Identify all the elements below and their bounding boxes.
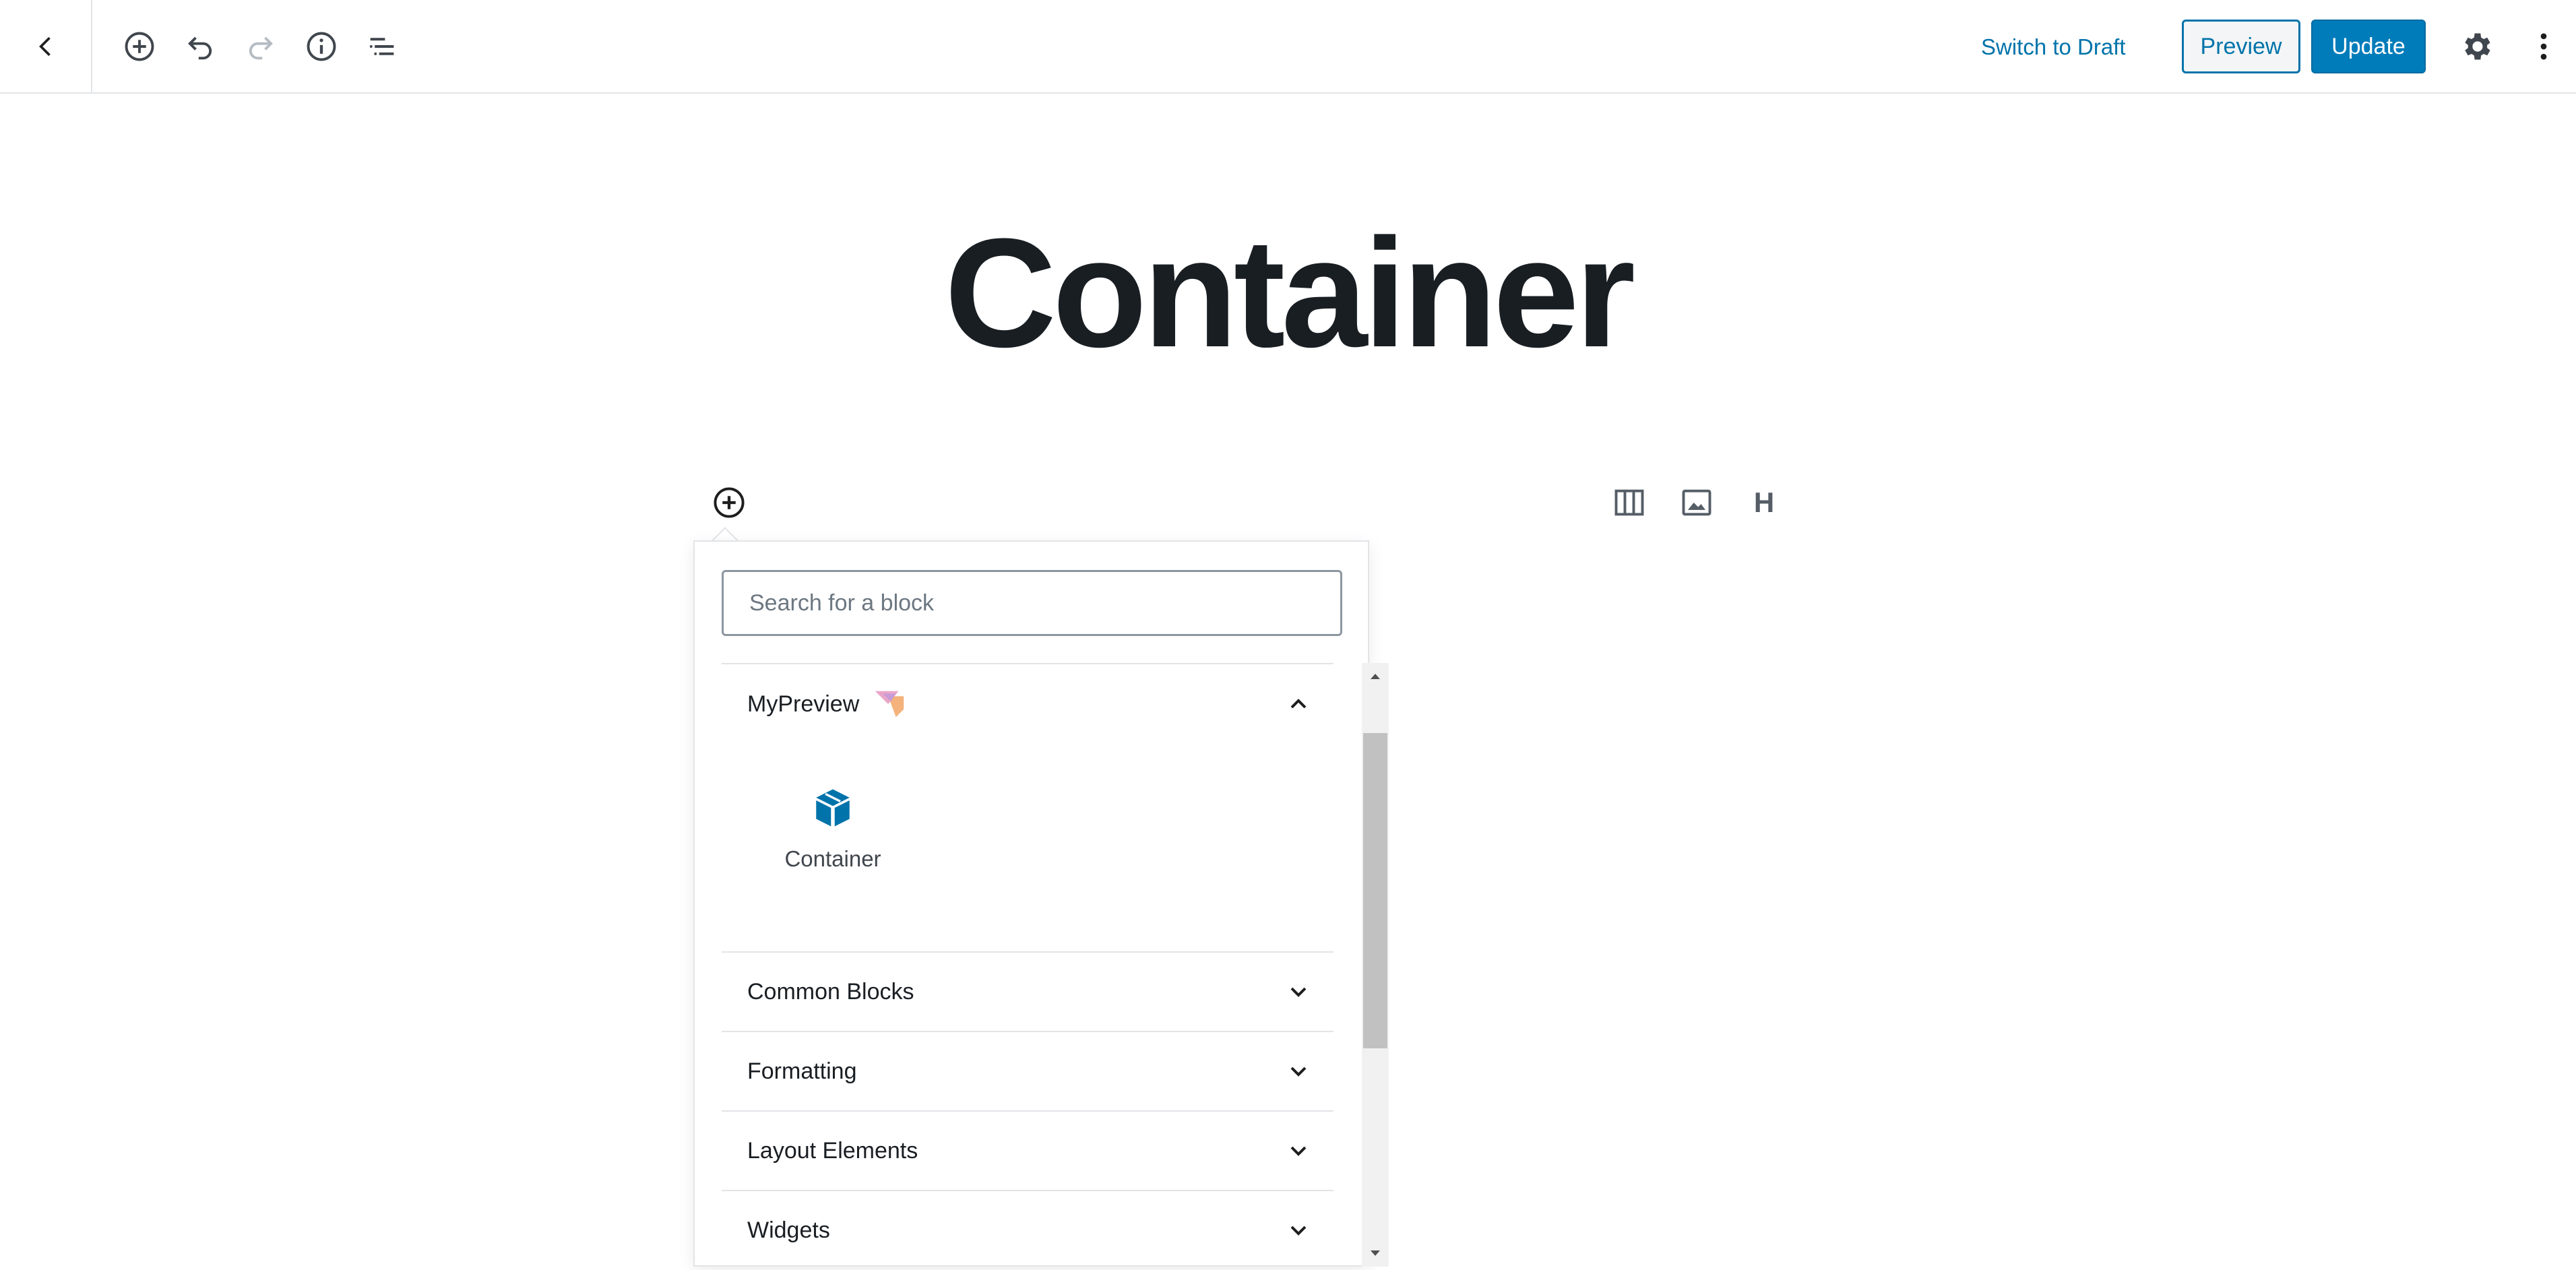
scroll-up-arrow-icon[interactable] (1362, 663, 1389, 690)
inserter-scrollbar[interactable] (1362, 663, 1389, 1267)
editor-header: Switch to Draft Preview Update (0, 0, 2576, 94)
chevron-down-icon (1284, 977, 1313, 1007)
columns-icon (1614, 489, 1644, 516)
chevron-down-icon (1284, 1056, 1313, 1086)
panel-label: Common Blocks (747, 978, 914, 1005)
heading-icon: H (1753, 486, 1775, 518)
panel-mypreview-body: Container (722, 744, 1333, 953)
vertical-ellipsis-icon (2540, 33, 2547, 60)
panel-label: Widgets (747, 1217, 830, 1243)
list-outline-icon (369, 38, 394, 55)
plus-circle-icon (714, 487, 745, 518)
chevron-left-icon (38, 36, 51, 56)
undo-icon (188, 36, 212, 60)
gear-icon (2465, 33, 2490, 60)
preview-button[interactable]: Preview (2182, 20, 2300, 73)
box-icon (816, 789, 850, 827)
block-search-input[interactable] (722, 570, 1342, 636)
panel-widgets[interactable]: Widgets (722, 1191, 1333, 1267)
block-item-label: Container (784, 846, 881, 871)
inline-add-block-button[interactable] (712, 485, 747, 520)
chevron-down-icon (1284, 1215, 1313, 1245)
panel-formatting[interactable]: Formatting (722, 1032, 1333, 1112)
info-icon (307, 32, 336, 61)
switch-to-draft-button[interactable]: Switch to Draft (1981, 26, 2126, 69)
back-button[interactable] (0, 0, 92, 92)
scrollbar-thumb[interactable] (1363, 733, 1387, 1048)
plus-circle-icon (125, 32, 154, 61)
panel-label: Layout Elements (747, 1137, 918, 1164)
chevron-up-icon (1284, 689, 1313, 719)
block-navigation-button[interactable] (358, 23, 406, 70)
panel-mypreview[interactable]: MyPreview (722, 664, 1333, 744)
undo-button[interactable] (177, 23, 224, 70)
block-item-container[interactable]: Container (769, 771, 897, 892)
block-inserter-popover: MyPreview Container Commo (693, 540, 1389, 1267)
panel-label: Formatting (747, 1058, 857, 1084)
more-options-button[interactable] (2520, 23, 2567, 70)
panel-common-blocks[interactable]: Common Blocks (722, 953, 1333, 1032)
image-icon (1682, 489, 1711, 516)
quick-add-heading-button[interactable]: H (1744, 482, 1784, 523)
update-button[interactable]: Update (2311, 20, 2426, 73)
chevron-down-icon (1284, 1136, 1313, 1166)
info-button[interactable] (298, 23, 345, 70)
redo-icon (249, 36, 273, 60)
mypreview-logo-icon (875, 691, 904, 718)
panel-layout-elements[interactable]: Layout Elements (722, 1112, 1333, 1191)
add-block-button[interactable] (116, 23, 163, 70)
scroll-down-arrow-icon[interactable] (1362, 1240, 1389, 1267)
quick-add-columns-button[interactable] (1609, 482, 1650, 523)
panel-label: MyPreview (747, 691, 860, 717)
settings-button[interactable] (2453, 23, 2500, 70)
block-category-list: MyPreview Container Common Blocks Format… (722, 663, 1333, 1267)
redo-button[interactable] (237, 23, 284, 70)
quick-add-image-button[interactable] (1676, 482, 1717, 523)
post-title[interactable]: Container (0, 216, 2576, 371)
